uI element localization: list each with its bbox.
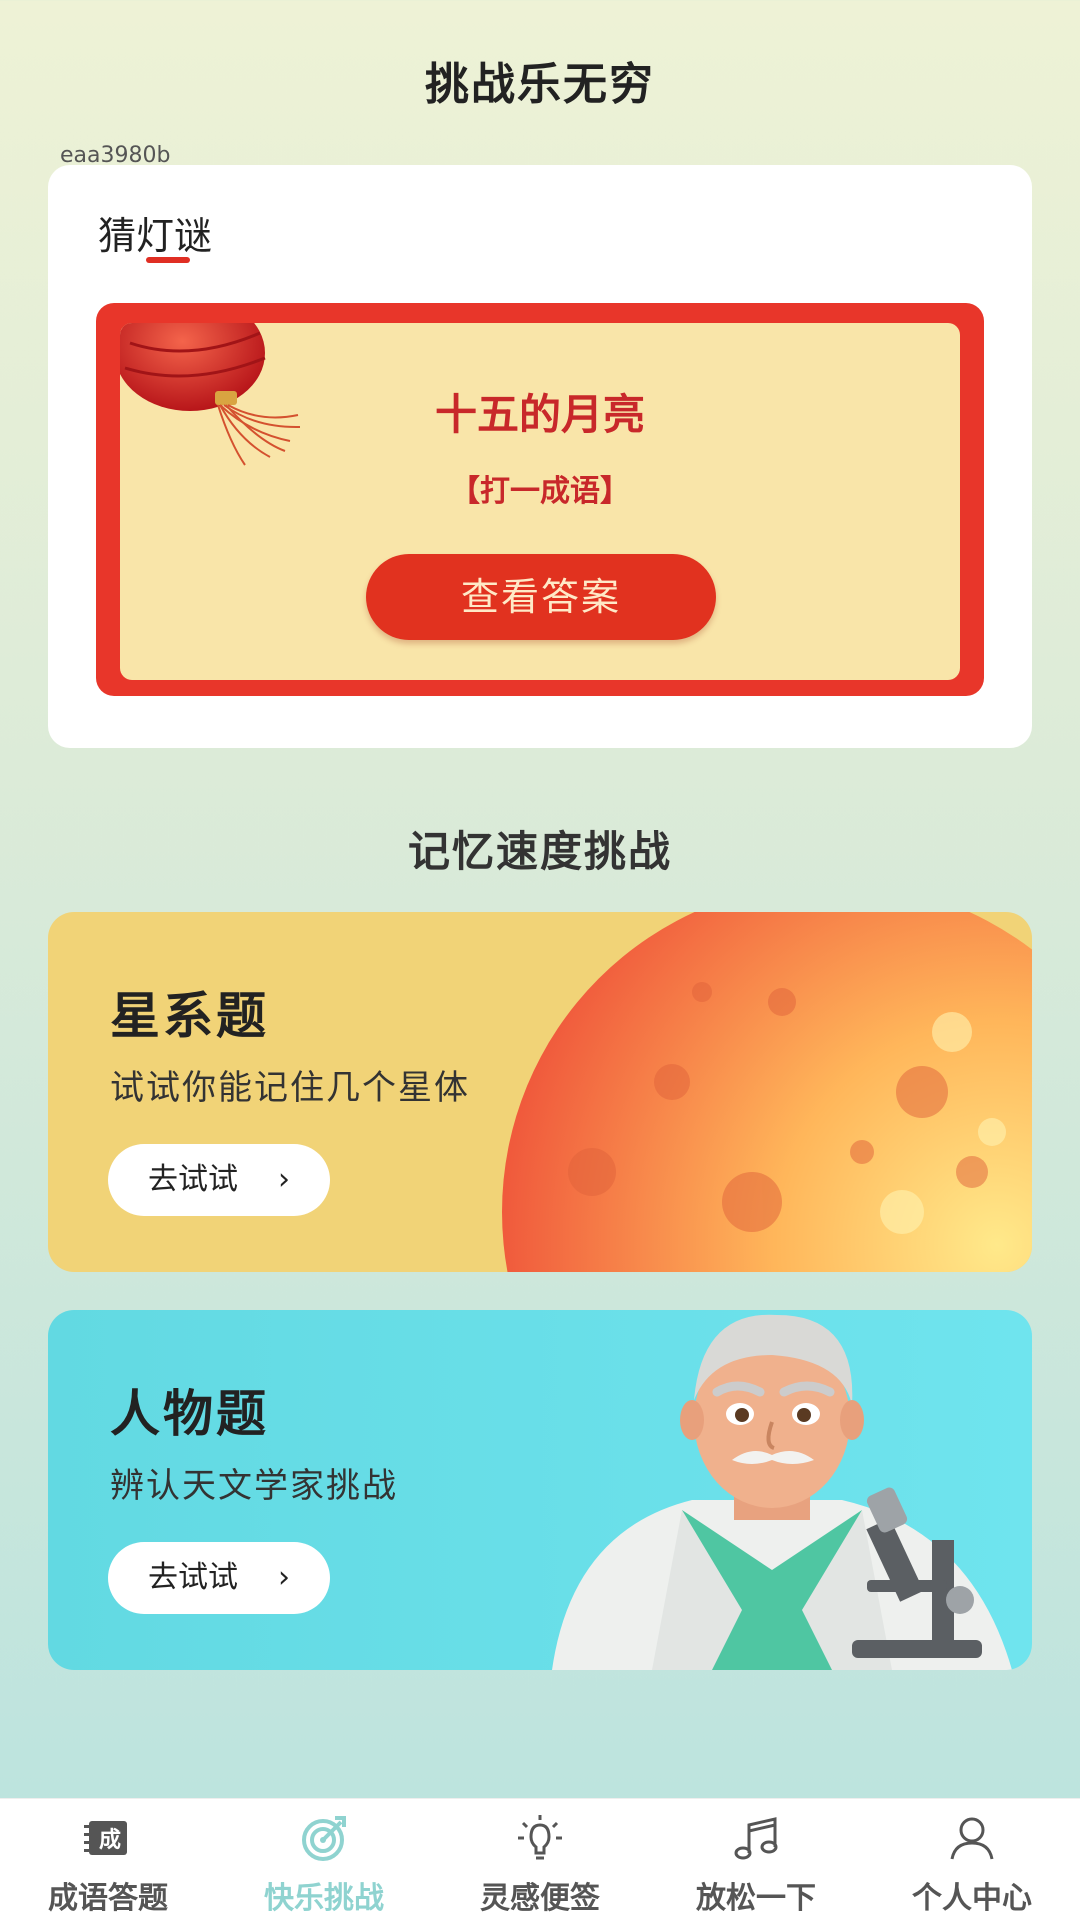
riddle-card: 猜灯谜 十五的月亮 【打一成语】 查看答案 bbox=[48, 165, 1032, 748]
chevron-right-icon: › bbox=[278, 1162, 290, 1197]
lightbulb-icon bbox=[518, 1815, 562, 1860]
tab-riddle[interactable]: 猜灯谜 bbox=[98, 205, 212, 260]
tab-label: 灵感便签 bbox=[480, 1881, 600, 1916]
try-button-label: 去试试 bbox=[148, 1560, 238, 1595]
try-button-label: 去试试 bbox=[148, 1162, 238, 1197]
idiom-icon-glyph: 成 bbox=[99, 1828, 121, 1853]
view-answer-button[interactable]: 查看答案 bbox=[366, 554, 716, 640]
astronomer-image bbox=[552, 1314, 1012, 1670]
riddle-hint: 【打一成语】 bbox=[450, 474, 630, 509]
tab-happy-challenge[interactable]: 快乐挑战 bbox=[216, 1799, 432, 1920]
tab-profile[interactable]: 个人中心 bbox=[864, 1799, 1080, 1920]
riddle-frame: 十五的月亮 【打一成语】 查看答案 bbox=[96, 303, 984, 696]
target-icon bbox=[302, 1816, 346, 1861]
tab-relax[interactable]: 放松一下 bbox=[648, 1799, 864, 1920]
tab-label: 快乐挑战 bbox=[264, 1881, 384, 1916]
page-title: 挑战乐无穷 bbox=[425, 59, 655, 110]
tab-active-indicator bbox=[146, 257, 190, 263]
tab-inspiration-notes[interactable]: 灵感便签 bbox=[432, 1799, 648, 1920]
person-challenge-card[interactable]: 人物题 辨认天文学家挑战 去试试 › bbox=[48, 1310, 1032, 1670]
music-note-icon bbox=[734, 1817, 778, 1860]
memory-section-title: 记忆速度挑战 bbox=[407, 827, 672, 876]
person-try-button[interactable]: 去试试 › bbox=[108, 1542, 330, 1614]
tab-label: 放松一下 bbox=[696, 1881, 816, 1916]
galaxy-card-title: 星系题 bbox=[110, 987, 269, 1045]
galaxy-challenge-card[interactable]: 星系题 试试你能记住几个星体 去试试 › bbox=[48, 912, 1032, 1272]
person-card-subtitle: 辨认天文学家挑战 bbox=[110, 1466, 398, 1506]
riddle-question: 十五的月亮 bbox=[434, 390, 645, 439]
tab-label: 个人中心 bbox=[912, 1881, 1032, 1916]
tab-label: 成语答题 bbox=[48, 1881, 168, 1916]
riddle-panel: 十五的月亮 【打一成语】 查看答案 bbox=[120, 323, 960, 680]
idiom-icon: 成 bbox=[84, 1821, 127, 1855]
user-icon bbox=[950, 1817, 994, 1860]
bottom-tab-bar: 成 成语答题 快乐挑战 灵感便签 放松一下 个人中心 bbox=[0, 1798, 1080, 1920]
galaxy-try-button[interactable]: 去试试 › bbox=[108, 1144, 330, 1216]
planet-image bbox=[502, 912, 1032, 1272]
tab-idiom-quiz[interactable]: 成 成语答题 bbox=[0, 1799, 216, 1920]
galaxy-card-subtitle: 试试你能记住几个星体 bbox=[110, 1068, 470, 1108]
chevron-right-icon: › bbox=[278, 1560, 290, 1595]
person-card-title: 人物题 bbox=[110, 1385, 269, 1443]
